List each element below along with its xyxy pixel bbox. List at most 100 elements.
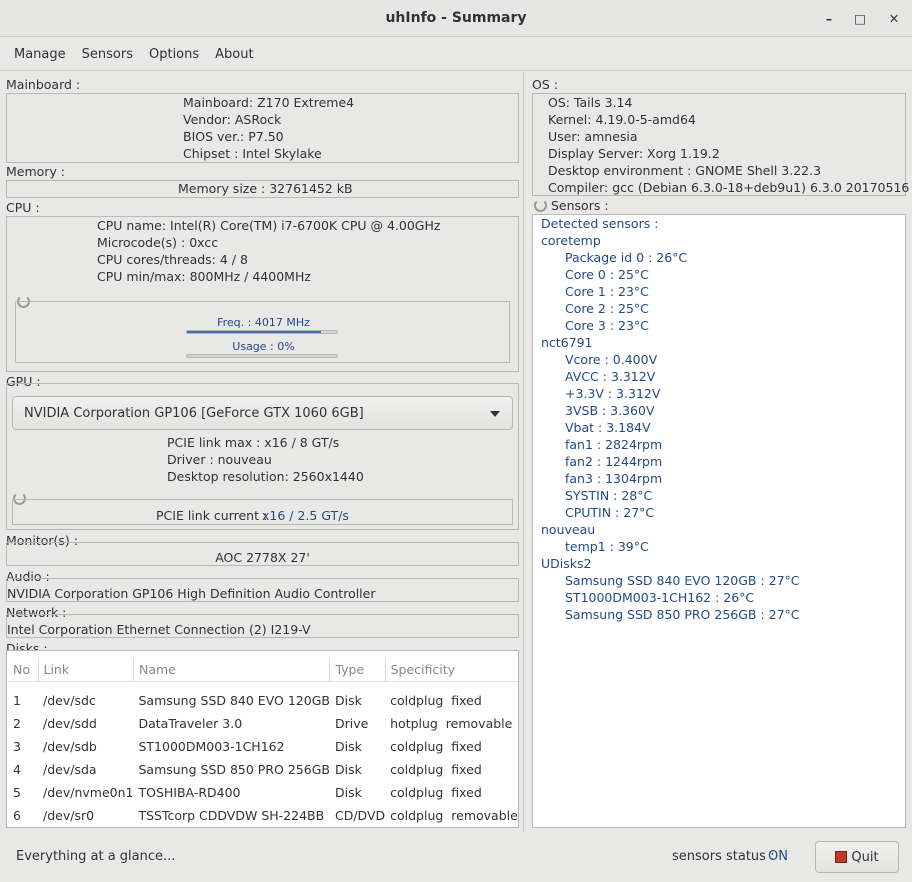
- cell-specificity: coldplug fixed: [390, 693, 482, 708]
- os-compiler: Compiler: gcc (Debian 6.3.0-18+deb9u1) 6…: [548, 180, 910, 195]
- cell-no: 5: [13, 785, 21, 800]
- memory-label: Memory :: [6, 164, 66, 179]
- mainboard-chipset: Chipset : Intel Skylake: [183, 146, 322, 161]
- table-row[interactable]: 2/dev/sdd DataTraveler 3.0 Drive hotplug re…: [8, 712, 518, 735]
- audio-value: NVIDIA Corporation GP106 High Definition…: [7, 586, 376, 601]
- memory-frame: Memory size : 32761452 kB: [6, 180, 519, 198]
- monitor-value: AOC 2778X 27': [215, 550, 310, 565]
- col-name[interactable]: Name: [133, 658, 331, 682]
- gpu-select[interactable]: NVIDIA Corporation GP106 [GeForce GTX 10…: [12, 396, 513, 430]
- mainboard-frame: Mainboard: Z170 Extreme4 Vendor: ASRock …: [6, 93, 519, 163]
- menu-about[interactable]: About: [207, 47, 261, 62]
- sensor-group: Detected sensors :: [541, 216, 659, 231]
- pane-divider[interactable]: [523, 72, 524, 832]
- menu-manage[interactable]: Manage: [6, 47, 74, 62]
- cell-link: /dev/sda: [43, 762, 97, 777]
- sensor-group: coretemp: [541, 233, 601, 248]
- sensor-group: UDisks2: [541, 556, 592, 571]
- sensors-status-label: sensors status :: [672, 849, 775, 864]
- table-row[interactable]: 3/dev/sdb ST1000DM003-1CH162 Disk coldplug …: [8, 735, 518, 758]
- cell-type: Disk: [334, 785, 362, 800]
- col-specificity[interactable]: Specificity: [385, 658, 518, 682]
- os-user: User: amnesia: [548, 129, 638, 144]
- cell-name: DataTraveler 3.0: [138, 716, 243, 731]
- cell-name: TOSHIBA-RD400: [138, 785, 241, 800]
- sensors-refresh-icon[interactable]: [534, 199, 547, 212]
- menu-options[interactable]: Options: [141, 47, 207, 62]
- audio-frame: NVIDIA Corporation GP106 High Definition…: [6, 578, 519, 602]
- cell-no: 3: [13, 739, 21, 754]
- sensor-reading: Core 2 : 25°C: [565, 301, 649, 316]
- mainboard-label: Mainboard :: [6, 77, 81, 92]
- sensors-list[interactable]: Detected sensors : coretemp Package id 0 :…: [532, 214, 906, 828]
- cell-specificity: hotplug removable: [390, 716, 513, 731]
- cell-type: Drive: [334, 716, 369, 731]
- sensor-reading: fan1 : 2824rpm: [565, 437, 663, 452]
- exit-icon: [835, 851, 848, 863]
- title-bar: uhInfo - Summary – □ ✕: [0, 0, 912, 37]
- table-row[interactable]: 1/dev/sdc Samsung SSD 840 EVO 120GB Disk co…: [8, 689, 518, 712]
- cell-specificity: coldplug fixed: [390, 762, 482, 777]
- disks-table: No Link Name Type Specificity 1/dev/sdc S…: [8, 658, 518, 827]
- col-no[interactable]: No: [8, 658, 39, 682]
- mainboard-line: Mainboard: Z170 Extreme4: [183, 95, 355, 110]
- gpu-pcie-current-label: PCIE link current :: [156, 508, 268, 523]
- table-row[interactable]: 5/dev/nvme0n1 TOSHIBA-RD400 Disk coldplug f…: [8, 781, 518, 804]
- quit-label: Quit: [851, 849, 879, 865]
- cell-specificity: coldplug removable: [390, 808, 518, 823]
- sensor-reading: Package id 0 : 26°C: [565, 250, 688, 265]
- cpu-usage-label: Usage : 0%: [232, 340, 295, 353]
- network-frame: Intel Corporation Ethernet Connection (2…: [6, 614, 519, 638]
- cell-no: 2: [13, 716, 21, 731]
- cpu-freq-frame: Freq. : 4017 MHz Usage : 0%: [15, 301, 510, 363]
- cell-type: Disk: [334, 739, 362, 754]
- sensor-reading: AVCC : 3.312V: [565, 369, 656, 384]
- sensor-reading: SYSTIN : 28°C: [565, 488, 653, 503]
- disks-header-row: No Link Name Type Specificity: [8, 658, 518, 682]
- table-row[interactable]: 6/dev/sr0 TSSTcorp CDDVDW SH-224BB CD/DVD c…: [8, 804, 518, 827]
- sensor-reading: Core 3 : 23°C: [565, 318, 649, 333]
- sensor-reading: +3.3V : 3.312V: [565, 386, 661, 401]
- cell-type: CD/DVD: [334, 808, 386, 823]
- sensor-reading: ST1000DM003-1CH162 : 26°C: [565, 590, 755, 605]
- cell-no: 4: [13, 762, 21, 777]
- sensor-reading: Samsung SSD 850 PRO 256GB : 27°C: [565, 607, 800, 622]
- monitors-frame: AOC 2778X 27': [6, 542, 519, 566]
- sensors-status-value: ON: [768, 849, 788, 864]
- cell-name: Samsung SSD 850 PRO 256GB: [138, 762, 330, 777]
- cell-type: Disk: [334, 693, 362, 708]
- chevron-down-icon: [490, 411, 500, 417]
- col-type[interactable]: Type: [329, 658, 386, 682]
- cell-link: /dev/nvme0n1: [43, 785, 134, 800]
- cpu-usage-bar: [186, 354, 338, 358]
- close-icon[interactable]: ✕: [885, 9, 903, 27]
- cell-type: Disk: [334, 762, 362, 777]
- mainboard-vendor: Vendor: ASRock: [183, 112, 282, 127]
- cpu-microcode: Microcode(s) : 0xcc: [97, 235, 219, 250]
- os-display-server: Display Server: Xorg 1.19.2: [548, 146, 720, 161]
- cell-no: 1: [13, 693, 21, 708]
- os-name: OS: Tails 3.14: [548, 95, 633, 110]
- menu-sensors[interactable]: Sensors: [74, 47, 141, 62]
- col-link[interactable]: Link: [38, 658, 134, 682]
- maximize-icon[interactable]: □: [851, 9, 869, 27]
- minimize-icon[interactable]: –: [820, 9, 838, 27]
- cell-name: Samsung SSD 840 EVO 120GB: [138, 693, 330, 708]
- cell-link: /dev/sr0: [43, 808, 95, 823]
- mainboard-bios: BIOS ver.: P7.50: [183, 129, 284, 144]
- sensor-reading: Samsung SSD 840 EVO 120GB : 27°C: [565, 573, 800, 588]
- quit-button[interactable]: Quit: [815, 841, 899, 873]
- cell-specificity: coldplug fixed: [390, 739, 482, 754]
- sensor-reading: fan2 : 1244rpm: [565, 454, 663, 469]
- table-row[interactable]: 4/dev/sda Samsung SSD 850 PRO 256GB Disk co…: [8, 758, 518, 781]
- cell-name: TSSTcorp CDDVDW SH-224BB: [138, 808, 325, 823]
- os-frame: OS: Tails 3.14 Kernel: 4.19.0-5-amd64 Us…: [532, 93, 910, 196]
- cell-specificity: coldplug fixed: [390, 785, 482, 800]
- cpu-frame: CPU name: Intel(R) Core(TM) i7-6700K CPU…: [6, 216, 519, 372]
- sensor-reading: Core 1 : 23°C: [565, 284, 649, 299]
- cpu-freq-bar: [186, 330, 338, 334]
- cell-link: /dev/sdd: [43, 716, 97, 731]
- gpu-select-value: NVIDIA Corporation GP106 [GeForce GTX 10…: [24, 405, 364, 421]
- sensor-reading: Vcore : 0.400V: [565, 352, 658, 367]
- network-value: Intel Corporation Ethernet Connection (2…: [7, 622, 311, 637]
